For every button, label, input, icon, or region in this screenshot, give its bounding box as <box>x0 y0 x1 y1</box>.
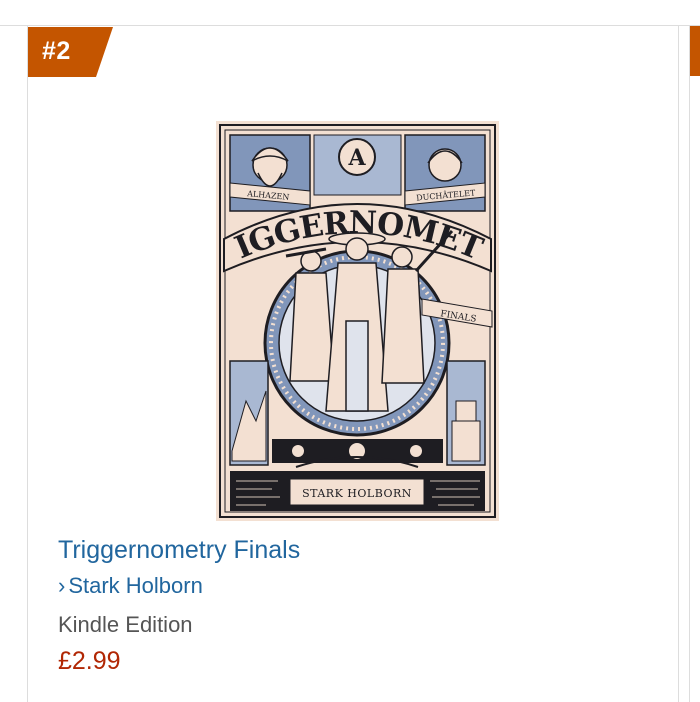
cover-portrait-right-face <box>428 148 462 182</box>
next-product-card-edge <box>689 26 700 702</box>
cover-author-plate-text: STARK HOLBORN <box>302 487 412 500</box>
author-link[interactable]: › Stark Holborn <box>58 573 203 599</box>
book-cover-image[interactable]: A ALHAZEN DUCHÂTELET TRIGGERNOMETRY <box>216 121 499 521</box>
cover-emblem-letter: A <box>347 145 366 171</box>
product-format: Kindle Edition <box>58 612 193 637</box>
author-name: Stark Holborn <box>68 573 203 598</box>
product-title-link[interactable]: Triggernometry Finals <box>58 536 300 565</box>
next-rank-badge-edge <box>690 26 700 76</box>
chevron-right-icon: › <box>58 573 66 598</box>
product-price: £2.99 <box>58 647 121 675</box>
cover-panel-right-structure <box>451 400 481 462</box>
product-listing-page: #2 A ALHAZEN DUCHÂTELET TRIGGERNOMETRY <box>0 0 700 702</box>
